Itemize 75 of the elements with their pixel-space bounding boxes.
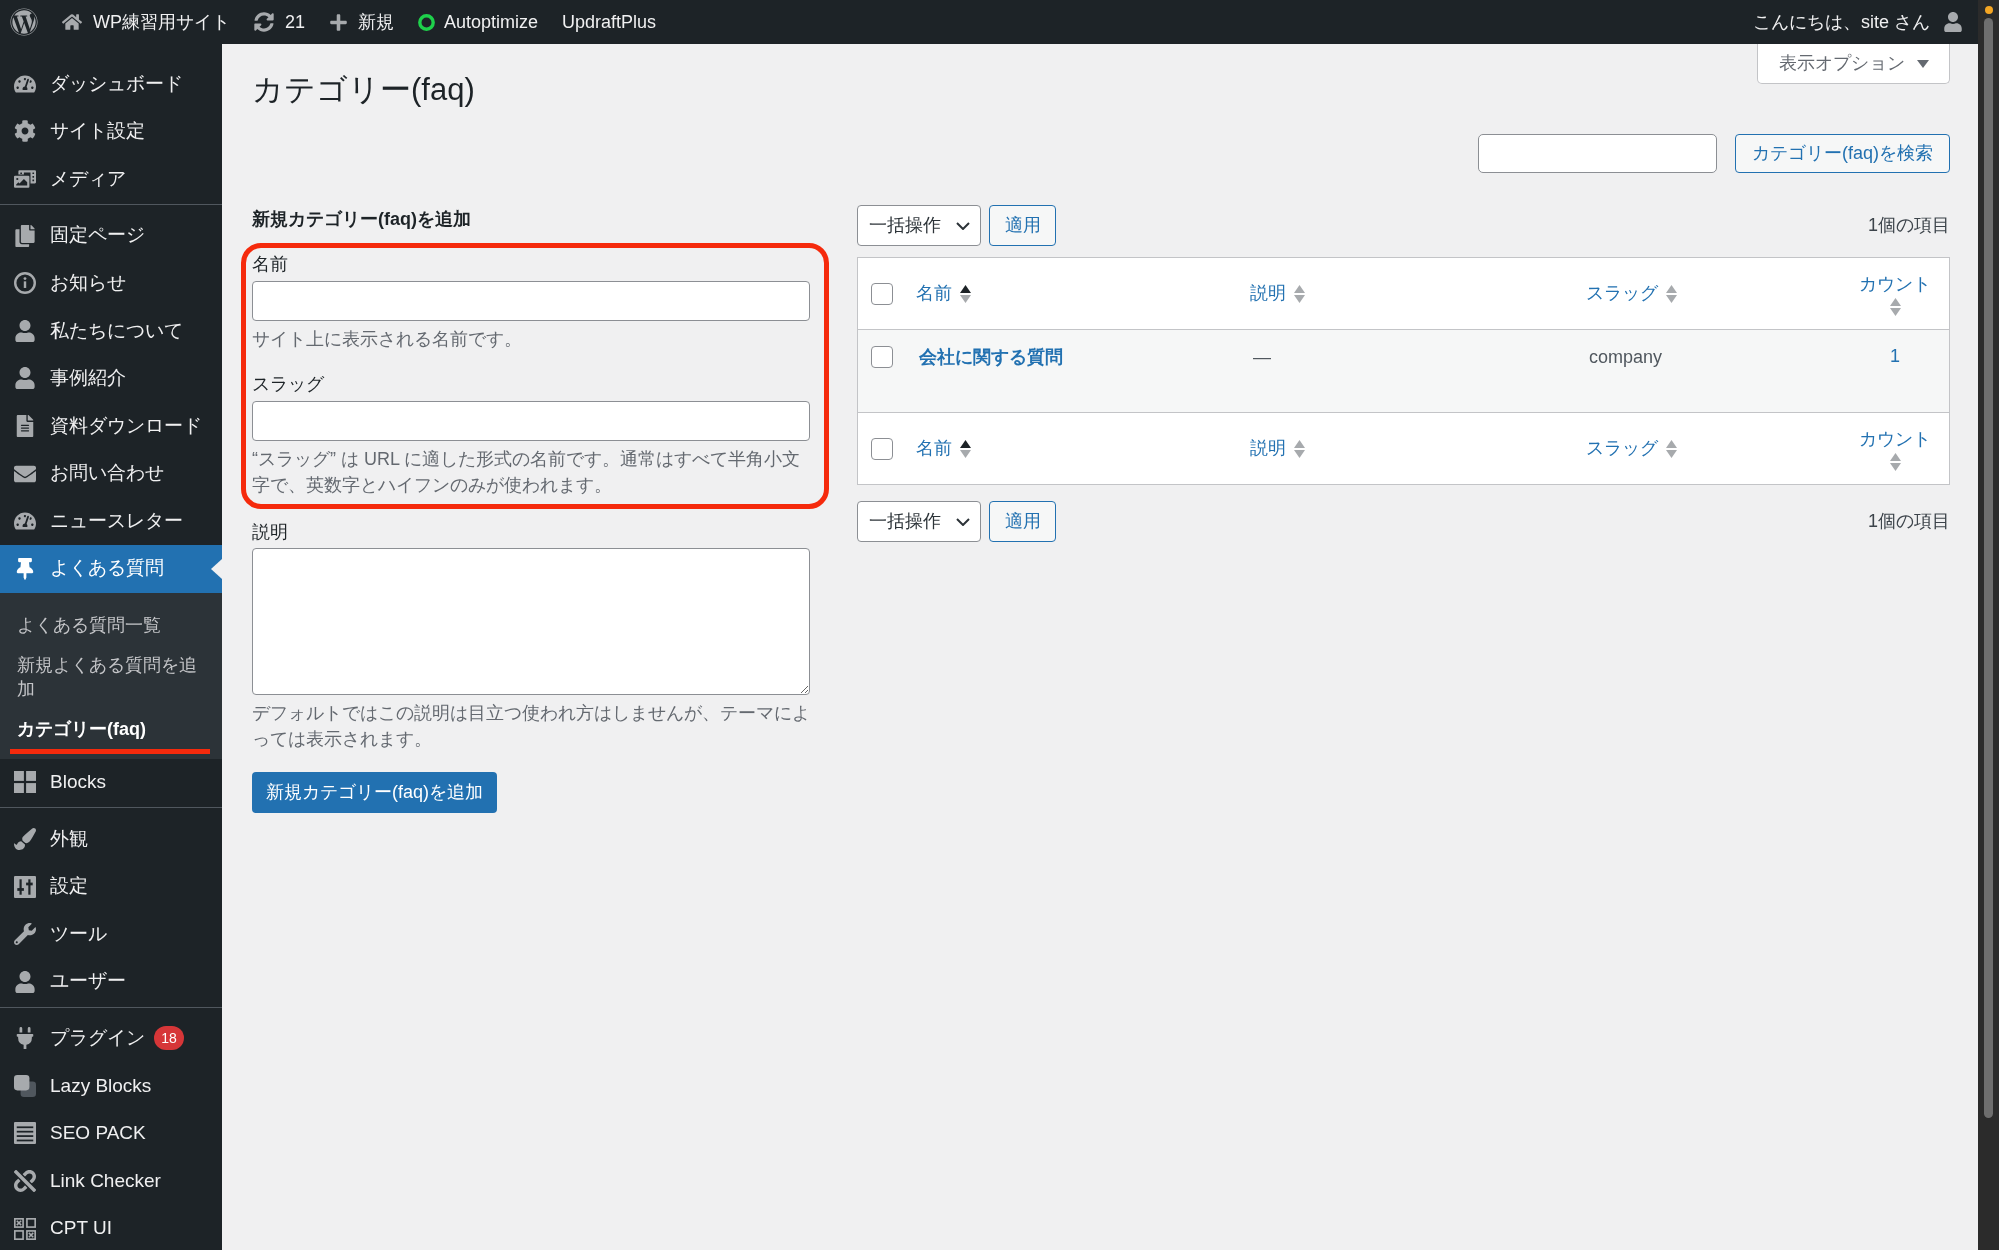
account-link[interactable]: こんにちは、site さん: [1753, 8, 1963, 36]
info-icon: [14, 272, 36, 295]
bulk-action-select[interactable]: 一括操作: [857, 501, 981, 542]
table-text: —: [1253, 347, 1271, 367]
site-name-link[interactable]: WP練習用サイト: [62, 8, 230, 36]
broken-link-icon: [14, 1170, 36, 1193]
text-input[interactable]: [252, 401, 810, 441]
documents-icon: [14, 224, 36, 247]
column-header-link[interactable]: カウント: [1859, 426, 1931, 471]
column-header-link[interactable]: スラッグ: [1586, 435, 1677, 462]
status-ring-icon: [418, 13, 436, 31]
updates-link[interactable]: 21: [254, 8, 306, 36]
search-input[interactable]: [1478, 134, 1717, 173]
submenu-item[interactable]: よくある質問一覧: [0, 604, 222, 645]
caret-down-icon: [1916, 59, 1929, 68]
avatar-icon: [1943, 12, 1963, 32]
select-all-checkbox[interactable]: [871, 437, 893, 460]
status-link[interactable]: Autoptimize: [418, 8, 539, 36]
squares-icon: [14, 1074, 36, 1097]
new-content-link[interactable]: 新規: [329, 8, 395, 36]
submenu-item[interactable]: カテゴリー(faq): [0, 708, 222, 749]
search-button[interactable]: カテゴリー(faq)を検索: [1735, 134, 1950, 173]
checker-grid-icon: [14, 1217, 36, 1240]
column-header-link[interactable]: 説明: [1250, 280, 1305, 307]
chevron-down-icon: [956, 517, 970, 526]
column-header-link[interactable]: カウント: [1859, 271, 1931, 316]
plus-icon: [329, 12, 349, 32]
bulk-action-select[interactable]: 一括操作: [857, 205, 981, 246]
text-input[interactable]: [252, 281, 810, 321]
wrench-icon: [14, 923, 36, 946]
term-name-link[interactable]: 会社に関する質問: [919, 347, 1063, 367]
plug-icon: [14, 1027, 36, 1050]
document-icon: [14, 414, 36, 437]
update-count-badge: 18: [154, 1026, 184, 1051]
field-hint: デフォルトではこの説明は目立つ使われ方はしませんが、テーマによっては表示されます。: [252, 702, 810, 751]
gauge-icon: [14, 510, 36, 533]
field-label: スラッグ: [252, 373, 325, 396]
field-hint: “スラッグ” は URL に適した形式の名前です。通常はすべて半角小文字で、英数字とハイフンのみが使われます。: [252, 448, 802, 497]
person-icon: [14, 970, 36, 993]
submenu-item[interactable]: 新規よくある質問を追加: [0, 644, 222, 709]
count-link[interactable]: 1: [1890, 344, 1900, 368]
apply-button[interactable]: 適用: [989, 205, 1056, 246]
field-label: 説明: [252, 521, 289, 544]
person-icon: [14, 367, 36, 390]
person-icon: [14, 319, 36, 342]
grid-icon: [14, 771, 36, 794]
gear-icon: [14, 120, 36, 143]
apply-button[interactable]: 適用: [989, 501, 1056, 542]
refresh-icon: [254, 12, 274, 32]
items-count: 1個の項目: [1868, 214, 1950, 237]
menu-link[interactable]: UpdraftPlus: [562, 8, 657, 36]
sliders-icon: [14, 875, 36, 898]
screen-options-button[interactable]: 表示オプション: [1757, 44, 1950, 84]
paintbrush-icon: [14, 827, 36, 850]
row-checkbox[interactable]: [871, 346, 893, 368]
column-header-link[interactable]: 説明: [1250, 435, 1305, 462]
select-all-checkbox[interactable]: [871, 282, 893, 305]
logo-icon[interactable]: [10, 8, 38, 36]
form-heading: 新規カテゴリー(faq)を追加: [252, 208, 472, 231]
table-text: company: [1589, 347, 1663, 367]
media-icon: [14, 168, 36, 190]
column-header-link[interactable]: 名前: [916, 280, 971, 307]
pin-icon: [14, 557, 36, 580]
field-hint: サイト上に表示される名前です。: [252, 328, 523, 351]
page-title: カテゴリー(faq): [252, 71, 475, 109]
field-label: 名前: [252, 253, 289, 276]
scrollbar-thumb[interactable]: [1984, 18, 1993, 1118]
add-category-button[interactable]: 新規カテゴリー(faq)を追加: [252, 772, 497, 813]
items-count: 1個の項目: [1868, 510, 1950, 533]
home-icon: [62, 12, 82, 32]
chevron-down-icon: [956, 221, 970, 230]
column-header-link[interactable]: スラッグ: [1586, 280, 1677, 307]
list-icon: [14, 1122, 36, 1145]
sidebar-menu-item[interactable]: よくある質問: [0, 544, 222, 593]
column-header-link[interactable]: 名前: [916, 435, 971, 462]
